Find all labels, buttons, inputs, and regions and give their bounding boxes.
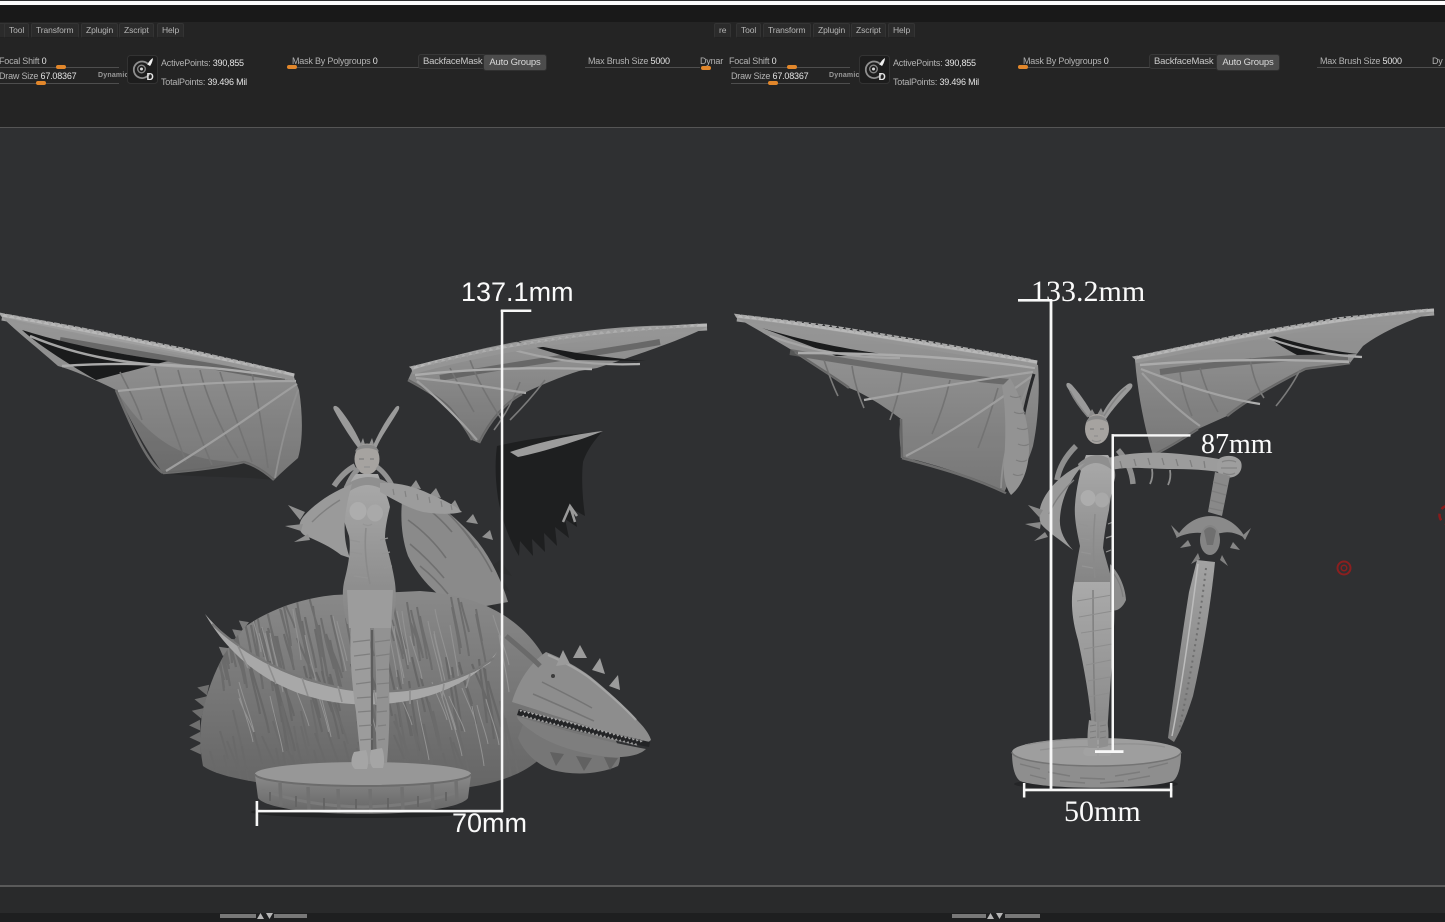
svg-text:D: D	[147, 72, 154, 83]
svg-text:D: D	[879, 72, 886, 83]
